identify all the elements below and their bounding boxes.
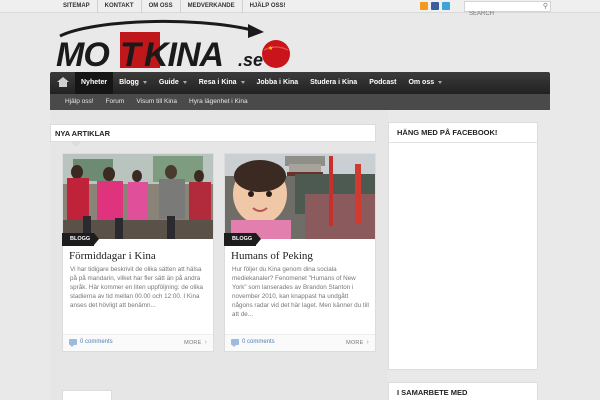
nav-item-blogg[interactable]: Blogg xyxy=(113,72,153,94)
nav-label: Podcast xyxy=(369,79,397,86)
article-footer: 0 comments MORE › xyxy=(225,334,375,351)
article-title[interactable]: Humans of Peking xyxy=(231,250,313,262)
nav-label: Om oss xyxy=(408,79,435,86)
sub-nav: Hjälp oss! Forum Visum till Kina Hyra lä… xyxy=(50,94,550,110)
top-bar: SITEMAP KONTAKT OM OSS MEDVERKANDE HJÄLP… xyxy=(0,0,600,19)
top-link-om-oss[interactable]: OM OSS xyxy=(140,0,180,13)
nav-item-guide[interactable]: Guide xyxy=(153,72,193,94)
social-icons xyxy=(420,2,450,10)
more-link[interactable]: MORE › xyxy=(184,339,207,346)
comments-link[interactable]: 0 comments xyxy=(69,339,113,347)
search-input[interactable] xyxy=(465,9,535,19)
svg-text:T: T xyxy=(120,36,144,72)
next-section-box xyxy=(62,390,112,400)
chevron-down-icon xyxy=(142,80,147,84)
more-label: MORE xyxy=(184,340,202,346)
section-title: NYA ARTIKLAR xyxy=(55,129,111,138)
article-excerpt: Hur följer du Kina genom dina sociala me… xyxy=(232,266,369,319)
chevron-down-icon xyxy=(182,80,187,84)
nav-item-resa-i-kina[interactable]: Resa i Kina xyxy=(193,72,251,94)
nav-label: Blogg xyxy=(119,79,139,86)
main-nav: Nyheter Blogg Guide Resa i Kina Jobba i … xyxy=(50,72,550,94)
subnav-item-forum[interactable]: Forum xyxy=(100,94,131,110)
top-link-medverkande[interactable]: MEDVERKANDE xyxy=(179,0,242,13)
nav-label: Jobba i Kina xyxy=(256,79,299,86)
comments-count: 0 comments xyxy=(80,339,113,345)
nav-item-jobba-i-kina[interactable]: Jobba i Kina xyxy=(251,72,305,94)
main-content: NYA ARTIKLAR BLOGG Förmiddagar i Kina Vi… xyxy=(50,110,388,400)
comments-count: 0 comments xyxy=(242,339,275,345)
category-badge[interactable]: BLOGG xyxy=(224,233,262,246)
comment-icon xyxy=(231,339,239,347)
chevron-right-icon: › xyxy=(366,339,369,346)
facebook-widget: HÄNG MED PÅ FACEBOOK! xyxy=(388,122,538,370)
nav-label: Nyheter xyxy=(81,79,108,86)
more-link[interactable]: MORE › xyxy=(346,339,369,346)
article-card: BLOGG Humans of Peking Hur följer du Kin… xyxy=(224,153,376,352)
nav-label: Studera i Kina xyxy=(310,79,358,86)
widget-title: I SAMARBETE MED xyxy=(389,383,537,400)
section-pointer xyxy=(71,142,81,147)
site-logo[interactable]: MO T KINA .se ★ xyxy=(52,18,302,74)
svg-text:KINA: KINA xyxy=(144,36,223,72)
comment-icon xyxy=(69,339,77,347)
top-link-sitemap[interactable]: SITEMAP xyxy=(56,0,97,13)
article-title[interactable]: Förmiddagar i Kina xyxy=(69,250,156,262)
subnav-item-visum[interactable]: Visum till Kina xyxy=(130,94,183,110)
nav-item-podcast[interactable]: Podcast xyxy=(363,72,402,94)
article-footer: 0 comments MORE › xyxy=(63,334,213,351)
nav-label: Resa i Kina xyxy=(198,79,237,86)
article-thumbnail[interactable] xyxy=(63,154,213,239)
nav-item-om-oss[interactable]: Om oss xyxy=(402,72,448,94)
article-thumbnail[interactable] xyxy=(225,154,375,239)
subnav-item-hyra-lagenhet[interactable]: Hyra lägenhet i Kina xyxy=(183,94,254,110)
search-icon[interactable]: ⚲ xyxy=(543,2,548,11)
top-links: SITEMAP KONTAKT OM OSS MEDVERKANDE HJÄLP… xyxy=(56,0,293,13)
rss-icon[interactable] xyxy=(420,2,428,10)
search-box: ⚲ xyxy=(464,1,551,19)
partners-widget: I SAMARBETE MED xyxy=(388,382,538,400)
svg-text:★: ★ xyxy=(268,45,273,52)
chevron-down-icon xyxy=(240,80,245,84)
subnav-item-hjalp-oss[interactable]: Hjälp oss! xyxy=(59,94,100,110)
home-icon[interactable] xyxy=(56,76,70,90)
chevron-down-icon xyxy=(438,80,443,84)
nav-item-nyheter[interactable]: Nyheter xyxy=(75,72,114,94)
nav-label: Guide xyxy=(158,79,179,86)
svg-text:.se: .se xyxy=(238,50,263,70)
chevron-right-icon: › xyxy=(204,339,207,346)
nav-item-studera-i-kina[interactable]: Studera i Kina xyxy=(304,72,363,94)
top-link-hjalp-oss[interactable]: HJÄLP OSS! xyxy=(241,0,293,13)
more-label: MORE xyxy=(346,340,364,346)
comments-link[interactable]: 0 comments xyxy=(231,339,275,347)
widget-title: HÄNG MED PÅ FACEBOOK! xyxy=(389,123,537,143)
twitter-icon[interactable] xyxy=(442,2,450,10)
article-excerpt: Vi har tidigare beskrivit de olika sätte… xyxy=(70,266,204,310)
section-header: NYA ARTIKLAR xyxy=(50,124,376,147)
category-badge[interactable]: BLOGG xyxy=(62,233,100,246)
facebook-icon[interactable] xyxy=(431,2,439,10)
svg-text:MO: MO xyxy=(56,36,109,72)
top-link-kontakt[interactable]: KONTAKT xyxy=(96,0,141,13)
article-card: BLOGG Förmiddagar i Kina Vi har tidigare… xyxy=(62,153,214,352)
